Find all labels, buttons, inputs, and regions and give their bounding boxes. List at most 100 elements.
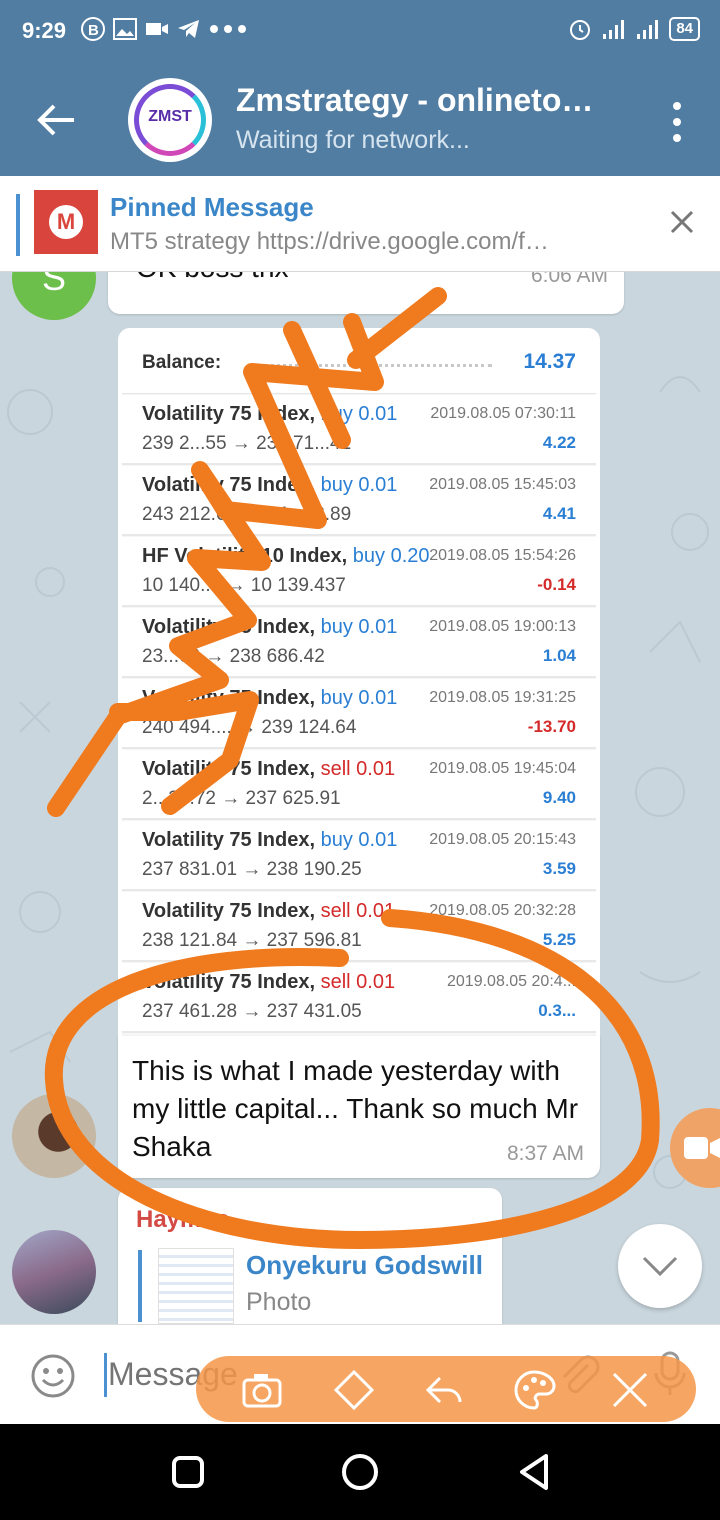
trade-date: 2019.08.05 20:4...	[447, 973, 576, 990]
trade-date: 2019.08.05 07:30:11	[430, 405, 576, 422]
sender-photo-avatar[interactable]	[12, 1094, 96, 1178]
trade-name: Volatility 75 Index,	[142, 758, 316, 780]
photo-message[interactable]: Balance: 14.37 Volatility 75 Index, buy …	[118, 328, 600, 1036]
trade-date: 2019.08.05 20:15:43	[429, 831, 576, 848]
battery-indicator: 84	[669, 17, 700, 41]
trade-symbol: Volatility 75 Index, buy 0.01	[142, 616, 397, 639]
chat-title[interactable]: Zmstrategy - onlineto…	[236, 82, 636, 119]
status-bar: 9:29 B 84	[0, 0, 720, 64]
trade-profit: 1.04	[542, 646, 576, 665]
trade-profit: 5.25	[542, 930, 576, 949]
trade-name: Volatility 75 Index,	[142, 971, 316, 993]
balance-row: Balance: 14.37	[122, 334, 596, 394]
trade-row: Volatility 75 Index, sell 0.01 238 121.84…	[122, 892, 596, 962]
trade-row: Volatility 75 Index, buy 0.01 239 2...55 …	[122, 395, 596, 465]
trade-date: 2019.08.05 19:00:13	[429, 618, 576, 635]
trade-symbol: Volatility 75 Index, sell 0.01	[142, 971, 395, 994]
trade-action: buy 0.01	[320, 687, 398, 709]
trade-prices: 237 461.28 → 237 431.05	[142, 1001, 362, 1022]
avatar-text: ZMST	[148, 108, 192, 125]
trade-symbol: Volatility 75 Index, sell 0.01	[142, 900, 395, 923]
trade-prices: 2...35.72 → 237 625.91	[142, 788, 341, 809]
trade-action: buy 0.20	[352, 545, 430, 567]
message-time: 6:06 AM	[530, 272, 608, 287]
reply-bubble[interactable]: Haymos Onyekuru Godswill Photo	[118, 1188, 502, 1324]
trade-name: Volatility 75 Index,	[142, 616, 316, 638]
trade-action: sell 0.01	[320, 758, 396, 780]
trade-date: 2019.08.05 19:31:25	[429, 689, 576, 706]
trade-name: Volatility 75 Index,	[142, 403, 316, 425]
trade-name: Volatility 75 Index,	[142, 474, 316, 496]
close-pinned-icon[interactable]	[666, 206, 698, 238]
pinned-accent-bar	[16, 194, 20, 256]
mega-logo: M	[49, 205, 83, 239]
chat-status: Waiting for network...	[236, 126, 470, 154]
text-cursor	[104, 1353, 107, 1397]
eraser-icon[interactable]	[332, 1368, 376, 1412]
trade-action: sell 0.01	[320, 900, 396, 922]
trade-date: 2019.08.05 19:45:04	[429, 760, 576, 777]
balance-dots	[252, 364, 492, 367]
back-button-icon[interactable]	[514, 1452, 554, 1492]
system-navigation-bar	[0, 1424, 720, 1520]
markup-toolbar	[196, 1356, 696, 1422]
trade-symbol: HF Volatility 10 Index, buy 0.20	[142, 545, 430, 568]
trade-symbol: Volatility 75 Index, sell 0.01	[142, 758, 395, 781]
trade-prices: 238 121.84 → 237 596.81	[142, 930, 362, 951]
recents-button-icon[interactable]	[168, 1452, 208, 1492]
trade-profit: 0.3...	[538, 1001, 576, 1020]
palette-icon[interactable]	[512, 1368, 556, 1412]
trade-profit: 3.59	[542, 859, 576, 878]
trade-name: Volatility 75 Index,	[142, 900, 316, 922]
trade-profit: -0.14	[537, 575, 576, 594]
caption-bubble[interactable]: This is what I made yesterday with my li…	[118, 1036, 600, 1178]
scroll-down-button[interactable]	[618, 1224, 702, 1308]
trade-date: 2019.08.05 20:32:28	[429, 902, 576, 919]
trade-row: Volatility 75 Index, sell 0.01 2...35.72 …	[122, 750, 596, 820]
trade-profit: 4.22	[542, 433, 576, 452]
trade-row: HF Volatility 10 Index, buy 0.20 10 140..…	[122, 537, 596, 607]
trade-prices: 240 494.... → 239 124.64	[142, 717, 357, 738]
emoji-icon[interactable]	[30, 1353, 76, 1399]
svg-text:B: B	[88, 22, 99, 39]
trade-symbol: Volatility 75 Index, buy 0.01	[142, 403, 397, 426]
home-button-icon[interactable]	[340, 1452, 380, 1492]
undo-icon[interactable]	[422, 1368, 466, 1412]
trade-profit: 4.41	[542, 504, 576, 523]
camera-icon[interactable]	[240, 1368, 284, 1412]
chat-header: ZMST Zmstrategy - onlineto… Waiting for …	[0, 64, 720, 176]
chevron-down-icon	[642, 1256, 678, 1277]
message-bubble[interactable]: OK boss thx 6:06 AM	[108, 272, 624, 314]
trade-prices: 237 831.01 → 238 190.25	[142, 859, 362, 880]
trade-profit: -13.70	[527, 717, 576, 736]
signal-icon	[603, 20, 625, 39]
trade-name: Volatility 75 Index,	[142, 829, 316, 851]
trade-date: 2019.08.05 15:45:03	[429, 476, 576, 493]
b-app-icon: B	[81, 17, 105, 41]
trade-row: Volatility 75 Index, buy 0.01 237 831.01 …	[122, 821, 596, 891]
trade-action: sell 0.01	[320, 971, 396, 993]
notification-icons: B	[80, 16, 248, 42]
reply-quoted-name: Onyekuru Godswill	[246, 1250, 483, 1280]
trade-profit: 9.40	[542, 788, 576, 807]
pinned-message[interactable]: M Pinned Message MT5 strategy https://dr…	[0, 176, 720, 272]
trade-action: buy 0.01	[320, 474, 398, 496]
more-notifications-icon	[210, 25, 246, 33]
trade-date: 2019.08.05 15:54:26	[429, 547, 576, 564]
trade-prices: 243 212.66 → 24...53.89	[142, 504, 352, 525]
reply-sender-name: Haymos	[136, 1206, 230, 1233]
channel-avatar[interactable]: ZMST	[128, 78, 212, 162]
close-toolbar-icon[interactable]	[608, 1368, 652, 1412]
trade-action: buy 0.01	[320, 403, 398, 425]
balance-label: Balance:	[142, 352, 222, 373]
trade-row: Volatility 75 Index, buy 0.01 23...60 → 2…	[122, 608, 596, 678]
signal-2-icon	[637, 20, 659, 39]
sender-photo-avatar-2[interactable]	[12, 1230, 96, 1314]
trade-symbol: Volatility 75 Index, buy 0.01	[142, 474, 397, 497]
trade-name: Volatility 75 Index,	[142, 687, 316, 709]
more-menu-icon[interactable]	[670, 100, 684, 144]
balance-value: 14.37	[523, 350, 576, 373]
back-arrow-icon[interactable]	[34, 98, 78, 142]
video-icon	[146, 23, 168, 35]
chat-area[interactable]: S OK boss thx 6:06 AM Balance: 14.37 Vol…	[0, 272, 720, 1324]
